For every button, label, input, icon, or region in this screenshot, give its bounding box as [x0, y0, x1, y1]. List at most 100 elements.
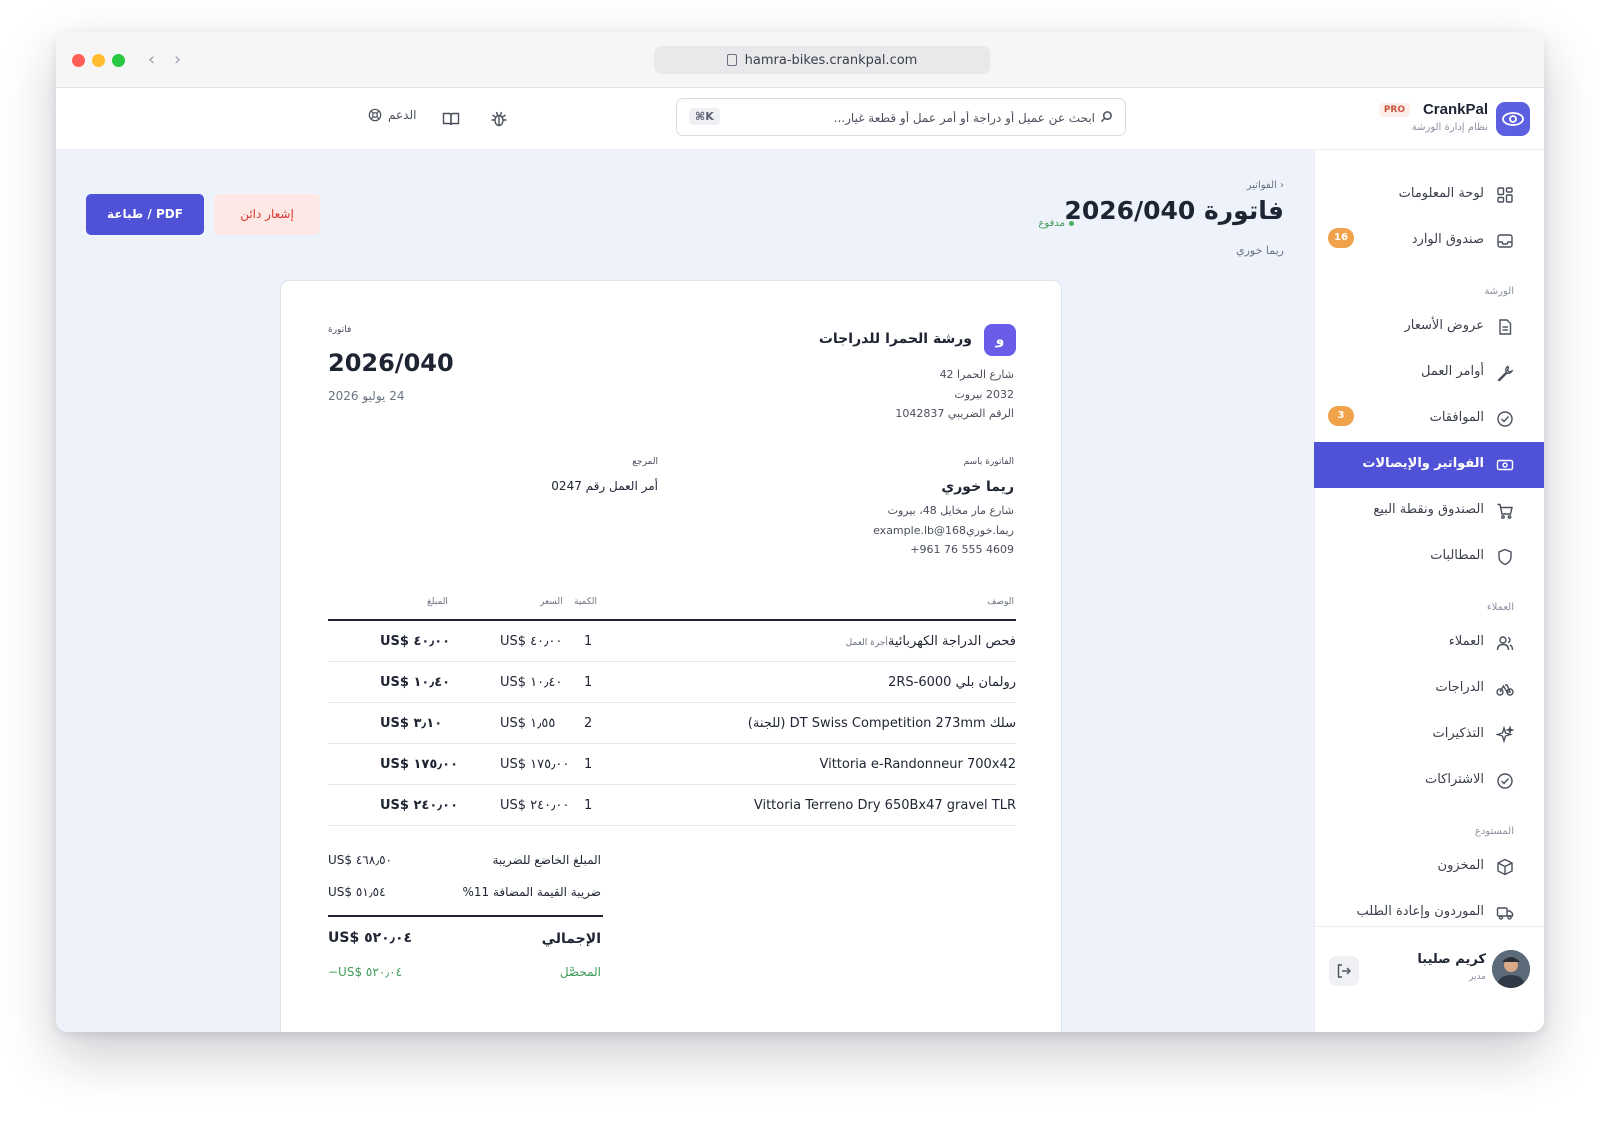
- invoice-date: 24 يوليو 2026: [328, 389, 405, 403]
- sidebar-item-work-orders[interactable]: أوامر العمل: [1314, 350, 1544, 396]
- total-rule: [328, 915, 603, 917]
- global-search[interactable]: ⌘K: [676, 98, 1126, 136]
- line-description: رولمان بلي 2RS-6000: [888, 675, 1016, 690]
- sidebar-item-inbox[interactable]: صندوق الوارد 16: [1314, 218, 1544, 264]
- line-amount: US$ ١٠٫٤٠: [380, 675, 451, 690]
- browser-window: ‹ › hamra-bikes.crankpal.com CrankPal PR…: [56, 32, 1544, 1032]
- line-description: فحص الدراجة الكهربائيةأجرة العمل: [845, 634, 1016, 649]
- document-icon: [1499, 319, 1512, 335]
- table-row: فحص الدراجة الكهربائيةأجرة العمل 1 US$ ٤…: [328, 621, 1016, 662]
- inbox-icon: [1497, 234, 1513, 248]
- bill-to-address: شارع مار مخايل 48، بيروت: [887, 504, 1014, 517]
- docs-book-icon[interactable]: [442, 110, 460, 128]
- logout-button[interactable]: [1329, 956, 1359, 986]
- support-label: الدعم: [388, 108, 417, 122]
- line-qty: 1: [584, 634, 593, 649]
- dashboard-grid-icon: [1497, 187, 1513, 203]
- shop-tax-id: الرقم الضريبي 1042837: [895, 407, 1014, 420]
- address-bar[interactable]: hamra-bikes.crankpal.com: [654, 46, 990, 74]
- approvals-count-badge: 3: [1328, 406, 1354, 426]
- users-icon: [1496, 636, 1514, 651]
- check-circle-icon: [1497, 411, 1513, 427]
- sidebar-item-invoices[interactable]: الفواتير والإيصالات: [1314, 442, 1544, 488]
- sidebar-item-pos[interactable]: الصندوق ونقطة البيع: [1314, 488, 1544, 534]
- user-role: مدير: [1468, 972, 1486, 982]
- box-icon: [1497, 858, 1513, 876]
- sidebar-item-approvals[interactable]: الموافقات 3: [1314, 396, 1544, 442]
- page-title: فاتورة 2026/040: [1064, 196, 1284, 225]
- line-price: US$ ١٫٥٥: [500, 716, 556, 731]
- lifebuoy-icon: [368, 108, 382, 122]
- sidebar-nav: لوحة المعلومات صندوق الوارد 16 الورشة عر…: [1314, 150, 1544, 1032]
- sidebar-item-label: المطالبات: [1430, 548, 1484, 563]
- sidebar-item-label: أوامر العمل: [1421, 364, 1484, 379]
- user-avatar[interactable]: [1492, 950, 1530, 988]
- credit-note-button[interactable]: إشعار دائن: [214, 194, 320, 235]
- line-amount: US$ ٢٤٠٫٠٠: [380, 798, 459, 813]
- bill-to-name: ريما خوري: [941, 479, 1014, 495]
- table-row: Vittoria Terreno Dry 650Bx47 gravel TLR …: [328, 785, 1016, 826]
- line-description: Vittoria e-Randonneur 700x42: [819, 757, 1016, 772]
- bug-report-icon[interactable]: [490, 110, 508, 128]
- customer-subtitle[interactable]: ريما خوري: [1236, 244, 1284, 257]
- sidebar-item-dashboard[interactable]: لوحة المعلومات: [1314, 172, 1544, 218]
- sidebar-item-inventory[interactable]: المخزون: [1314, 844, 1544, 890]
- bill-to-email: ريما.خوري168@example.lb: [873, 524, 1014, 537]
- reference-value: أمر العمل رقم 0247: [551, 479, 658, 493]
- brand-logo-icon[interactable]: [1496, 102, 1530, 136]
- sidebar-section-customers: العملاء: [1486, 602, 1514, 613]
- vat-value: US$ ٥١٫٥٤: [328, 885, 386, 899]
- sidebar-item-label: صندوق الوارد: [1411, 232, 1484, 247]
- bill-to-label: الفاتورة باسم: [963, 457, 1014, 467]
- sidebar-item-subscriptions[interactable]: الاشتراكات: [1314, 758, 1544, 804]
- print-pdf-button[interactable]: طباعة / PDF: [86, 194, 204, 235]
- taxable-amount-label: المبلغ الخاضع للضريبة: [492, 853, 601, 867]
- back-arrow-icon[interactable]: ‹: [148, 48, 155, 72]
- sidebar-item-label: العملاء: [1448, 634, 1484, 649]
- browser-chrome: ‹ › hamra-bikes.crankpal.com: [56, 32, 1544, 88]
- table-row: Vittoria e-Randonneur 700x42 1 US$ ١٧٥٫٠…: [328, 744, 1016, 785]
- sidebar-item-bikes[interactable]: الدراجات: [1314, 666, 1544, 712]
- status-dot: [1069, 221, 1074, 226]
- sidebar-item-quotes[interactable]: عروض الأسعار: [1314, 304, 1544, 350]
- sidebar-item-suppliers[interactable]: الموردون وإعادة الطلب: [1314, 890, 1544, 936]
- bike-icon: [1496, 684, 1514, 696]
- truck-icon: [1496, 907, 1514, 920]
- plan-badge: PRO: [1378, 103, 1410, 117]
- sparkle-icon: [1496, 726, 1514, 744]
- line-price: US$ ١٧٥٫٠٠: [500, 757, 570, 772]
- page-icon: [726, 54, 737, 66]
- sidebar-item-label: الصندوق ونقطة البيع: [1373, 502, 1484, 517]
- banknote-icon: [1496, 459, 1514, 471]
- sidebar-item-reminders[interactable]: التذكيرات: [1314, 712, 1544, 758]
- app-header: CrankPal PRO نظام إدارة الورشة ⌘K: [56, 88, 1544, 150]
- support-link[interactable]: الدعم: [368, 108, 416, 122]
- sidebar-item-label: الدراجات: [1435, 680, 1484, 695]
- invoice-document: و ورشة الحمرا للدراجات شارع الحمرا 42 20…: [280, 280, 1062, 1032]
- sidebar-item-label: الفواتير والإيصالات: [1362, 456, 1484, 471]
- status-badge: مدفوع: [1038, 218, 1074, 229]
- sidebar-item-claims[interactable]: المطالبات: [1314, 534, 1544, 580]
- paid-label: المحصَّل: [559, 965, 601, 979]
- brand-subtitle: نظام إدارة الورشة: [1411, 122, 1488, 133]
- close-window-button[interactable]: [72, 54, 85, 67]
- forward-arrow-icon[interactable]: ›: [174, 48, 181, 72]
- zoom-window-button[interactable]: [112, 54, 125, 67]
- main-content: ‹ الفواتير فاتورة 2026/040 مدفوع ريما خو…: [56, 150, 1314, 1032]
- cart-icon: [1497, 503, 1513, 519]
- check-circle-icon: [1497, 773, 1513, 789]
- search-input[interactable]: [735, 107, 1095, 129]
- minimize-window-button[interactable]: [92, 54, 105, 67]
- sidebar-item-label: الموافقات: [1429, 410, 1484, 425]
- brand-name: CrankPal: [1422, 101, 1488, 118]
- total-label: الإجمالي: [541, 931, 601, 947]
- url-text: hamra-bikes.crankpal.com: [744, 52, 918, 68]
- search-shortcut-hint: ⌘K: [689, 108, 720, 125]
- breadcrumb[interactable]: ‹ الفواتير: [1247, 180, 1284, 191]
- sidebar-item-customers[interactable]: العملاء: [1314, 620, 1544, 666]
- sidebar-item-label: الموردون وإعادة الطلب: [1356, 904, 1484, 919]
- inbox-count-badge: 16: [1328, 228, 1354, 248]
- wrench-icon: [1497, 365, 1514, 382]
- sidebar-item-label: التذكيرات: [1432, 726, 1484, 741]
- column-header-qty: الكمية: [574, 597, 597, 607]
